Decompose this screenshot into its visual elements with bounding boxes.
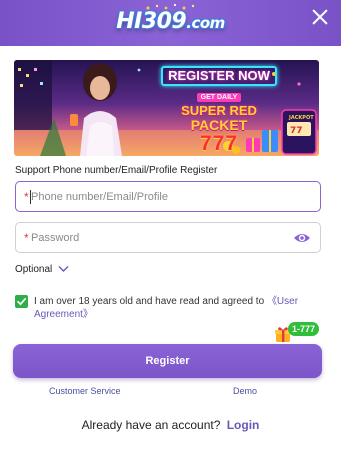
agreement-text: I am over 18 years old and have read and… (34, 296, 265, 307)
chevron-down-icon (58, 266, 69, 272)
banner-register-now: REGISTER NOW (161, 66, 277, 86)
login-link[interactable]: Login (227, 418, 260, 432)
svg-text:JACKPOT: JACKPOT (288, 115, 314, 121)
login-prompt: Already have an account? Login (0, 418, 341, 432)
password-field[interactable]: * (15, 222, 321, 253)
optional-label: Optional (15, 264, 53, 275)
banner-headline: REGISTER NOW GET DAILY SUPER RED PACKET … (154, 66, 284, 155)
have-account-text: Already have an account? (81, 418, 221, 432)
agreement-text-block: I am over 18 years old and have read and… (34, 295, 319, 321)
checkmark-icon (17, 297, 27, 306)
bonus-pill: 1-777 (288, 322, 320, 336)
support-label: Support Phone number/Email/Profile Regis… (15, 165, 218, 176)
banner-get-daily: GET DAILY (196, 93, 242, 102)
demo-link[interactable]: Demo (233, 386, 257, 396)
customer-service-link[interactable]: Customer Service (49, 386, 121, 396)
password-input[interactable] (31, 228, 291, 248)
eye-icon[interactable] (293, 232, 311, 244)
banner-amount: 777 (199, 132, 239, 155)
bonus-badge: 1-777 (274, 322, 322, 344)
brand-logo: HI309.com (0, 9, 341, 36)
account-input[interactable] (31, 187, 291, 207)
close-icon[interactable] (309, 6, 331, 28)
svg-text:77: 77 (290, 126, 303, 136)
register-modal: HI309.com JACKPOT 77 REGISTER NOW GET DA… (0, 0, 341, 452)
account-field[interactable]: * (15, 181, 321, 212)
logo-main-text: HI309 (116, 9, 187, 34)
register-button[interactable]: Register (13, 344, 322, 378)
promo-banner[interactable]: JACKPOT 77 REGISTER NOW GET DAILY SUPER … (14, 60, 319, 156)
required-mark: * (24, 190, 29, 204)
banner-super-red: SUPER RED (181, 103, 257, 118)
banner-packet: PACKET (190, 117, 248, 133)
logo-suffix-text: .com (186, 14, 225, 32)
required-mark: * (24, 231, 29, 245)
agreement-checkbox[interactable] (15, 295, 28, 308)
optional-toggle[interactable]: Optional (15, 264, 69, 275)
modal-header: HI309.com (0, 0, 341, 46)
